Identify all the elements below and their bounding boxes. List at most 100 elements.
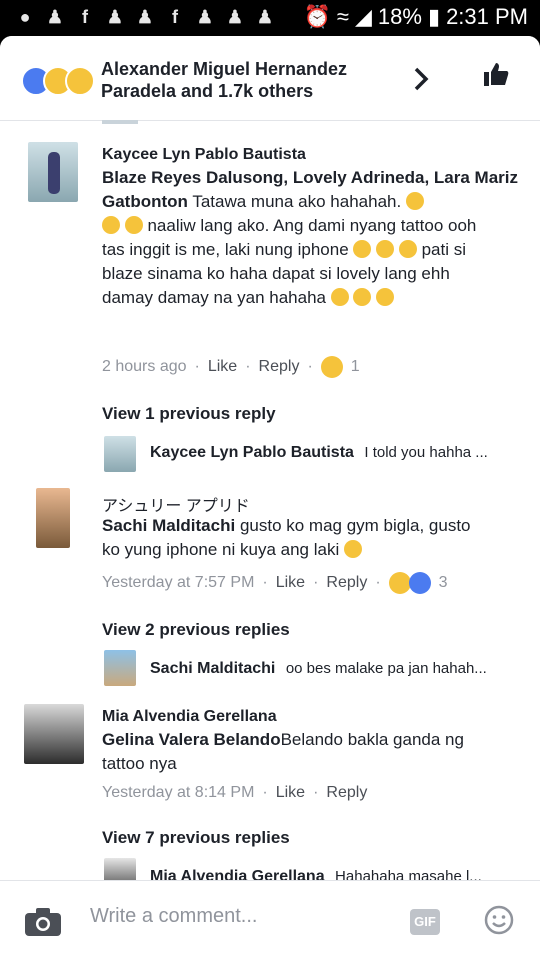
comment-text-part: pati si <box>421 240 467 259</box>
haha-emoji-icon <box>398 240 417 258</box>
reply-link[interactable]: Reply <box>326 784 367 802</box>
comment-meta: Yesterday at 7:57 PM · Like · Reply · 3 <box>102 572 448 594</box>
notification-icons: ● ♟ f ♟ ♟ f ♟ ♟ ♟ <box>14 6 276 28</box>
camera-icon[interactable] <box>24 907 62 937</box>
comment-text-part: Tatawa muna ako hahahah. <box>192 192 402 211</box>
avatar[interactable] <box>104 436 136 472</box>
haha-emoji-icon <box>343 540 362 558</box>
separator-dot: · <box>262 574 268 591</box>
wifi-icon: ≈ <box>336 4 349 29</box>
reply-author[interactable]: Mia Alvendia Gerellana <box>150 868 325 880</box>
haha-emoji-icon <box>124 216 143 234</box>
chevron-right-icon[interactable] <box>408 66 434 92</box>
status-bar: ● ♟ f ♟ ♟ f ♟ ♟ ♟ ⏰ ≈ ◢ 18% ▮ 2:31 PM <box>0 0 540 36</box>
separator-dot: · <box>194 358 200 375</box>
friend-request-icon: ♟ <box>226 7 244 27</box>
reaction-count[interactable]: 1 <box>351 358 360 376</box>
avatar-figure <box>48 152 60 194</box>
haha-emoji-icon <box>102 216 120 234</box>
comment-author[interactable]: Kaycee Lyn Pablo Bautista <box>102 146 306 164</box>
comment-meta: Yesterday at 8:14 PM · Like · Reply <box>102 784 367 802</box>
view-previous-replies[interactable]: View 7 previous replies <box>102 828 290 848</box>
reply-text: I told you hahha ... <box>364 444 488 461</box>
friend-request-icon: ♟ <box>46 7 64 27</box>
view-previous-replies[interactable]: View 2 previous replies <box>102 620 290 640</box>
separator-dot: · <box>262 784 268 801</box>
comment-text-part: naaliw lang ako. Ang dami nyang tattoo o… <box>147 216 477 235</box>
reply-link[interactable]: Reply <box>259 358 300 376</box>
friend-request-icon: ♟ <box>256 7 274 27</box>
comment-timestamp: Yesterday at 7:57 PM <box>102 574 255 591</box>
clock: 2:31 PM <box>446 4 528 29</box>
comment-author[interactable]: Mia Alvendia Gerellana <box>102 708 277 726</box>
comment-text: Blaze Reyes Dalusong, Lovely Adrineda, L… <box>102 166 522 310</box>
separator-dot: · <box>313 574 319 591</box>
like-link[interactable]: Like <box>208 358 237 376</box>
view-previous-replies[interactable]: View 1 previous reply <box>102 404 276 424</box>
reactors-summary[interactable]: Alexander Miguel Hernandez Paradela and … <box>101 58 391 102</box>
comment-timestamp: Yesterday at 8:14 PM <box>102 784 255 801</box>
friend-request-icon: ♟ <box>136 7 154 27</box>
reply-preview[interactable]: Sachi Malditachi oo bes malake pa jan ha… <box>150 660 487 678</box>
avatar <box>102 120 138 124</box>
tagged-users[interactable]: Gelina Valera Belando <box>102 730 281 749</box>
comment-text: Sachi Malditachi gusto ko mag gym bigla,… <box>102 514 522 562</box>
reactions-header[interactable]: Alexander Miguel Hernandez Paradela and … <box>0 36 540 121</box>
gif-button[interactable]: GIF <box>410 909 440 935</box>
messenger-icon: ● <box>19 7 31 27</box>
comment-text-part: Belando bakla ganda ng <box>280 730 464 749</box>
haha-reaction-icon[interactable] <box>320 356 343 378</box>
avatar[interactable] <box>104 858 136 880</box>
avatar[interactable] <box>28 142 78 202</box>
haha-emoji-icon <box>353 240 372 258</box>
comment-timestamp: 2 hours ago <box>102 358 187 375</box>
signal-icon: ◢ <box>354 4 372 29</box>
reaction-count[interactable]: 3 <box>439 574 448 592</box>
like-link[interactable]: Like <box>276 784 305 802</box>
haha-emoji-icon <box>405 192 424 210</box>
battery-percent: 18% <box>377 4 422 29</box>
reply-author[interactable]: Kaycee Lyn Pablo Bautista <box>150 444 354 461</box>
battery-icon: ▮ <box>427 4 441 29</box>
wow-reaction-icon <box>65 66 95 96</box>
comment-text-part: ko yung iphone ni kuya ang laki <box>102 540 340 559</box>
facebook-icon: f <box>82 7 88 27</box>
facebook-icon: f <box>172 7 178 27</box>
comment-meta: 2 hours ago · Like · Reply · 1 <box>102 356 360 378</box>
haha-reaction-icon[interactable] <box>388 572 411 594</box>
avatar[interactable] <box>104 650 136 686</box>
tagged-users[interactable]: Sachi Malditachi <box>102 516 235 535</box>
alarm-icon: ⏰ <box>303 4 331 29</box>
avatar[interactable] <box>24 704 84 764</box>
reply-link[interactable]: Reply <box>326 574 367 592</box>
like-reaction-icon[interactable] <box>408 572 431 594</box>
comment-author[interactable]: アシュリー アプリド <box>102 492 250 516</box>
like-link[interactable]: Like <box>276 574 305 592</box>
like-icon[interactable] <box>482 60 510 88</box>
comment-text-part: damay damay na yan hahaha <box>102 288 326 307</box>
emoji-icon[interactable] <box>484 905 514 935</box>
separator-dot: · <box>313 784 319 801</box>
comment-composer: Write a comment... GIF <box>0 880 540 960</box>
reply-text: oo bes malake pa jan hahah... <box>285 660 487 677</box>
comment-text-part: gusto ko mag gym bigla, gusto <box>239 516 471 535</box>
reply-preview[interactable]: Kaycee Lyn Pablo Bautista I told you hah… <box>150 444 488 462</box>
comments-sheet: Alexander Miguel Hernandez Paradela and … <box>0 36 540 960</box>
comment-text: Gelina Valera BelandoBelando bakla ganda… <box>102 728 522 776</box>
comment-text-part: tas inggit is me, laki nung iphone <box>102 240 349 259</box>
separator-dot: · <box>245 358 251 375</box>
haha-emoji-icon <box>353 288 372 306</box>
comment-list: Kaycee Lyn Pablo Bautista Blaze Reyes Da… <box>0 120 540 880</box>
haha-emoji-icon <box>376 240 395 258</box>
haha-emoji-icon <box>376 288 395 306</box>
reply-text: Hahahaha masahe l... <box>335 868 482 880</box>
comment-input[interactable]: Write a comment... <box>90 905 257 928</box>
reply-author[interactable]: Sachi Malditachi <box>150 660 275 677</box>
friend-request-icon: ♟ <box>106 7 124 27</box>
separator-dot: · <box>375 574 381 591</box>
avatar[interactable] <box>36 488 70 548</box>
comment-text-part: tattoo nya <box>102 754 177 773</box>
separator-dot: · <box>307 358 313 375</box>
comment-text-part: blaze sinama ko haha dapat si lovely lan… <box>102 264 450 283</box>
reply-preview[interactable]: Mia Alvendia Gerellana Hahahaha masahe l… <box>150 868 482 880</box>
